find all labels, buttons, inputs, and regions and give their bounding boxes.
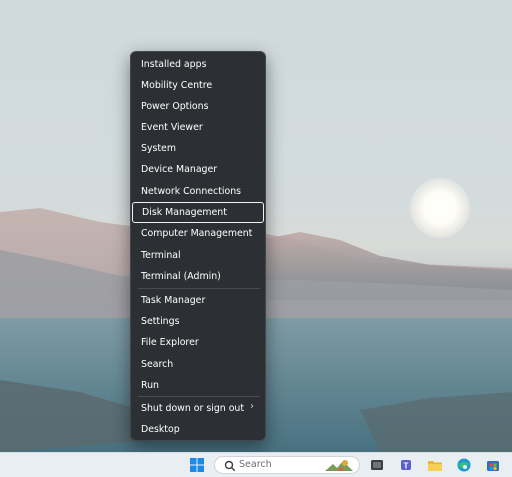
winx-context-menu: Installed apps Mobility Centre Power Opt… (130, 51, 266, 441)
svg-text:T: T (404, 462, 409, 471)
search-highlight-icon (325, 460, 353, 471)
menu-item-event-viewer[interactable]: Event Viewer (132, 117, 264, 138)
file-explorer-icon[interactable] (427, 457, 443, 473)
menu-item-network-connections[interactable]: Network Connections (132, 181, 264, 202)
menu-item-task-manager[interactable]: Task Manager (132, 290, 264, 311)
menu-item-power-options[interactable]: Power Options (132, 96, 264, 117)
menu-separator (138, 396, 260, 397)
store-icon[interactable] (485, 457, 501, 473)
menu-item-run[interactable]: Run (132, 375, 264, 396)
task-view-icon[interactable] (369, 457, 385, 473)
menu-item-label: Shut down or sign out (141, 403, 245, 414)
menu-item-terminal-admin[interactable]: Terminal (Admin) (132, 266, 264, 287)
taskbar-search-box[interactable]: Search (214, 456, 360, 474)
sun-glow (410, 178, 470, 238)
menu-item-mobility-centre[interactable]: Mobility Centre (132, 75, 264, 96)
teams-icon[interactable]: T (398, 457, 414, 473)
menu-item-search[interactable]: Search (132, 354, 264, 375)
chevron-right-icon: › (250, 401, 254, 412)
menu-item-disk-management[interactable]: Disk Management (132, 202, 264, 223)
menu-item-desktop[interactable]: Desktop (132, 419, 264, 440)
taskbar: Search T (0, 452, 512, 477)
menu-item-shut-down-or-sign-out[interactable]: Shut down or sign out › (132, 398, 264, 419)
menu-item-terminal[interactable]: Terminal (132, 245, 264, 266)
menu-item-computer-management[interactable]: Computer Management (132, 223, 264, 244)
start-icon[interactable] (189, 457, 205, 473)
edge-icon[interactable] (456, 457, 472, 473)
menu-item-settings[interactable]: Settings (132, 311, 264, 332)
search-icon (224, 460, 236, 472)
menu-item-system[interactable]: System (132, 138, 264, 159)
menu-separator (138, 288, 260, 289)
menu-item-file-explorer[interactable]: File Explorer (132, 332, 264, 353)
search-placeholder: Search (239, 459, 272, 470)
menu-item-device-manager[interactable]: Device Manager (132, 159, 264, 180)
menu-item-installed-apps[interactable]: Installed apps (132, 54, 264, 75)
